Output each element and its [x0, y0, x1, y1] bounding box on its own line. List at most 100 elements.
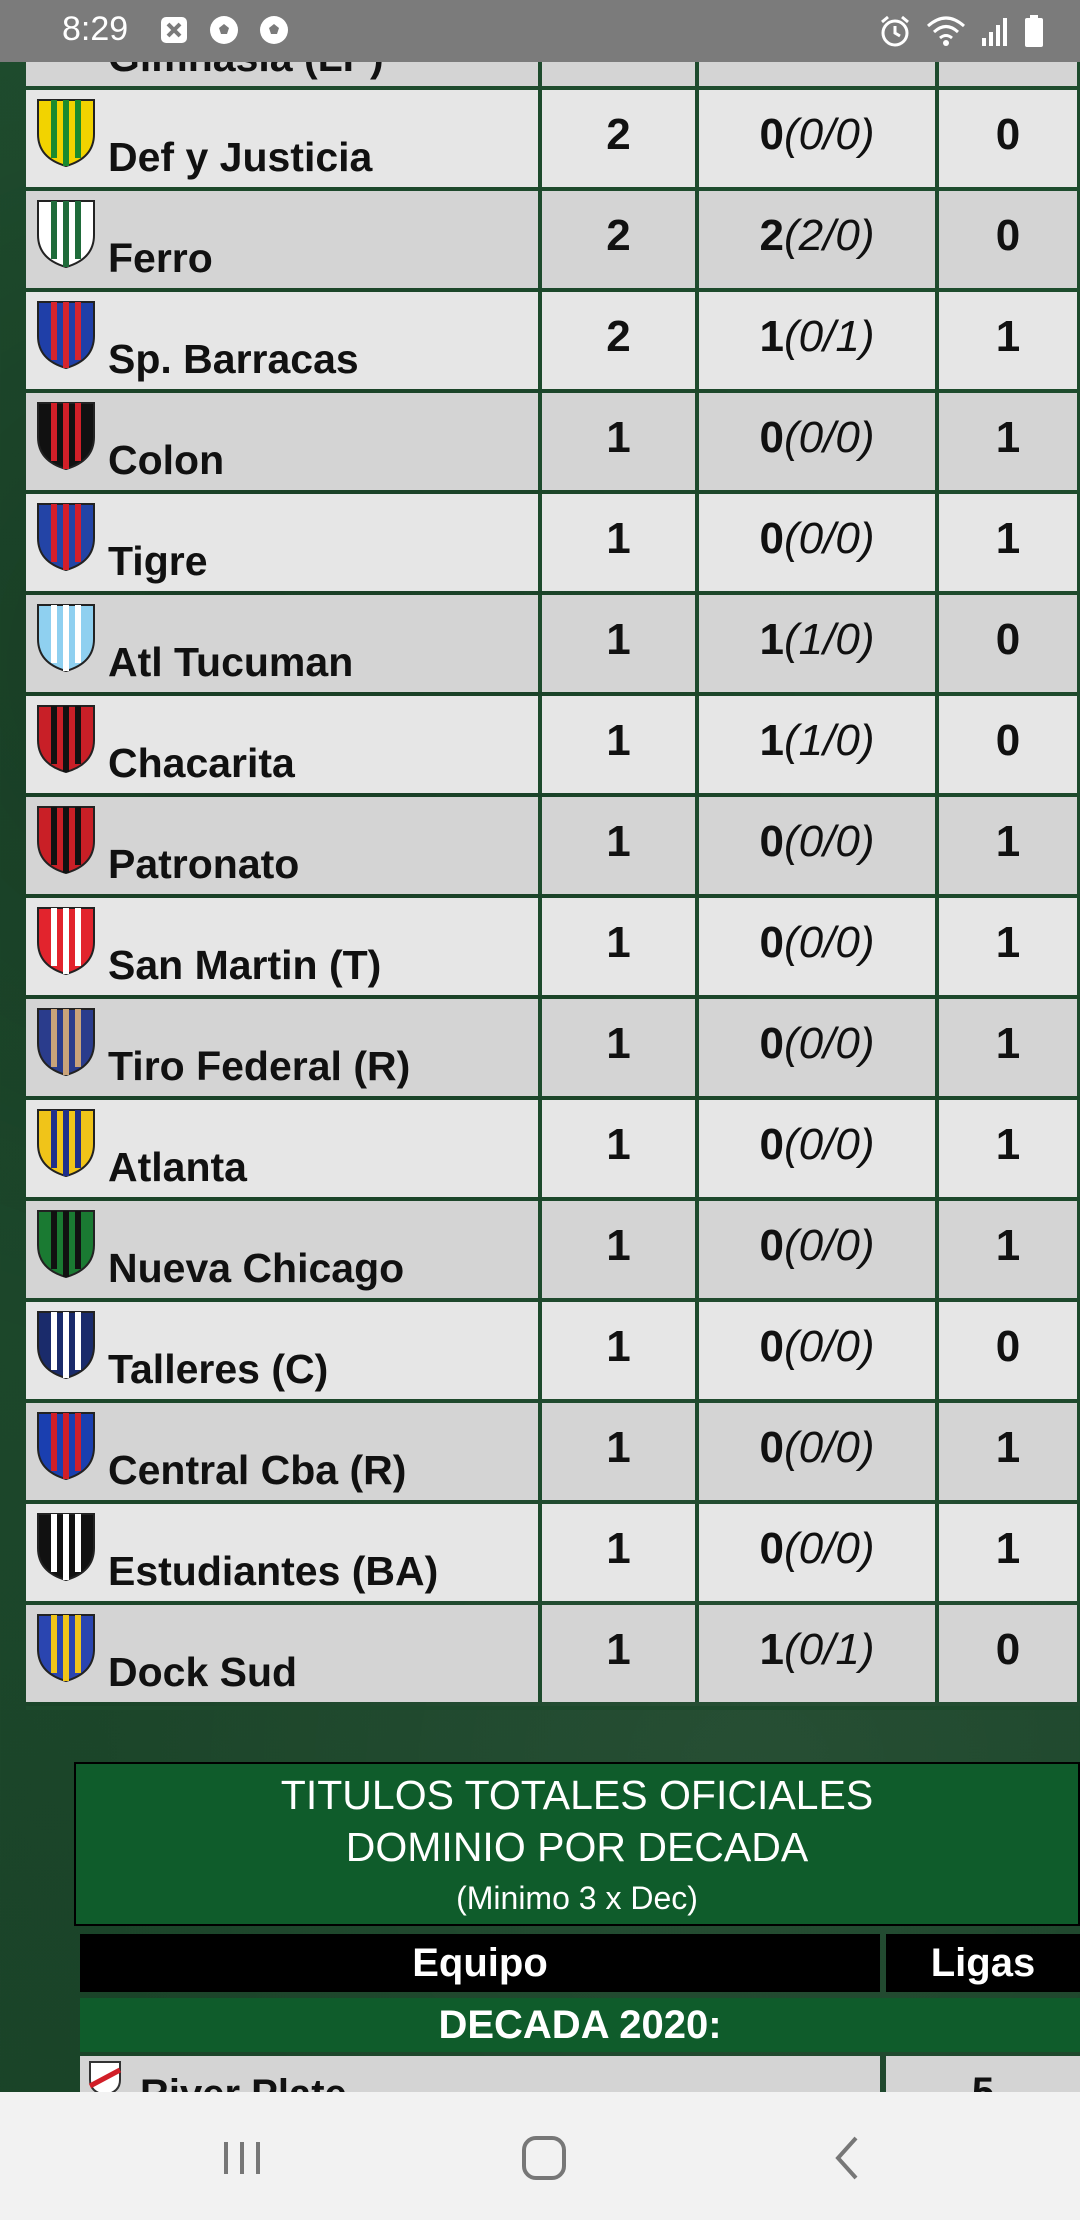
section-title-box: TITULOS TOTALES OFICIALES DOMINIO POR DE… — [74, 1762, 1080, 1926]
value-2-total: 1 — [759, 615, 784, 664]
value-2-detail: (2/0) — [784, 211, 875, 260]
table-row: Def y Justicia 2 0(0/0) 0 — [26, 90, 1080, 195]
value-2-total: 0 — [759, 918, 784, 967]
team-crest-icon — [88, 2061, 122, 2096]
team-cell: Dock Sud — [26, 1605, 542, 1702]
value-cell: 1 — [542, 1302, 699, 1399]
value-cell: 1 — [542, 696, 699, 793]
value-3: 1 — [995, 918, 1021, 967]
value-3: 1 — [995, 1423, 1021, 1472]
table-row: Atlanta 1 0(0/0) 1 — [26, 1100, 1080, 1205]
value-1: 1 — [606, 918, 631, 967]
status-bar: 8:29 — [0, 0, 1080, 62]
team-cell: Tigre — [26, 494, 542, 591]
value-1: 1 — [606, 1019, 631, 1068]
team-name: Estudiantes (BA) — [108, 1548, 439, 1594]
value-cell: 1(1/0) — [699, 696, 939, 793]
team-name: Nueva Chicago — [108, 1245, 405, 1291]
recent-apps-icon[interactable] — [212, 2128, 272, 2188]
value-2-detail: (0/0) — [784, 413, 875, 462]
team-crest-icon — [37, 402, 95, 471]
soccer-ball-icon — [260, 16, 288, 44]
value-cell: 2 — [542, 191, 699, 288]
team-cell: Estudiantes (BA) — [26, 1504, 542, 1601]
value-2-detail: (0/0) — [784, 1322, 875, 1371]
value-cell: 1 — [542, 898, 699, 995]
navigation-bar — [0, 2092, 1080, 2220]
team-name: Patronato — [108, 841, 300, 887]
signal-icon — [982, 18, 1007, 46]
status-time: 8:29 — [62, 10, 129, 48]
value-2-total: 1 — [759, 716, 784, 765]
table-row: Patronato 1 0(0/0) 1 — [26, 797, 1080, 902]
column-header-equipo: Equipo — [80, 1934, 880, 1992]
value-3: 1 — [995, 1120, 1021, 1169]
value-cell: 0(0/0) — [699, 1302, 939, 1399]
value-2-total: 0 — [759, 817, 784, 866]
wifi-icon — [927, 16, 965, 46]
value-3: 0 — [995, 716, 1021, 765]
team-name: Talleres (C) — [108, 1346, 329, 1392]
team-name: Tigre — [108, 538, 208, 584]
team-crest-icon — [37, 604, 95, 673]
value-cell: 1(0/1) — [699, 292, 939, 389]
table-row: Atl Tucuman 1 1(1/0) 0 — [26, 595, 1080, 700]
value-2: 0(0/0) — [699, 1221, 935, 1271]
value-cell: 0 — [939, 696, 1080, 793]
value-cell: 0 — [939, 1605, 1080, 1702]
value-2-detail: (0/0) — [784, 1019, 875, 1068]
value-cell: 0(0/0) — [699, 898, 939, 995]
value-2: 0(0/0) — [699, 514, 935, 564]
value-cell: 0(0/0) — [699, 494, 939, 591]
value-cell: 2 — [542, 292, 699, 389]
value-cell: 1 — [939, 1100, 1080, 1197]
team-cell: Atl Tucuman — [26, 595, 542, 692]
team-name: San Martin (T) — [108, 942, 382, 988]
table-row-partial-ligas: 5 — [886, 2056, 1080, 2096]
team-cell: Chacarita — [26, 696, 542, 793]
team-crest-icon — [37, 907, 95, 976]
value-1: 2 — [606, 211, 631, 260]
team-cell: San Martin (T) — [26, 898, 542, 995]
value-cell: 1 — [542, 797, 699, 894]
value-2-total: 0 — [759, 514, 784, 563]
value-2: 0(0/0) — [699, 413, 935, 463]
value-cell: 0(0/0) — [699, 1201, 939, 1298]
team-crest-icon — [37, 200, 95, 269]
team-name: Def y Justicia — [108, 134, 373, 180]
value-1: 1 — [606, 413, 631, 462]
decade-header: DECADA 2020: — [80, 1998, 1080, 2052]
value-2-detail: (0/1) — [784, 1625, 875, 1674]
back-icon[interactable] — [818, 2128, 878, 2188]
team-name: Ferro — [108, 235, 213, 281]
table-row: Tigre 1 0(0/0) 1 — [26, 494, 1080, 599]
alarm-icon — [881, 15, 909, 47]
table-row: Ferro 2 2(2/0) 0 — [26, 191, 1080, 296]
value-cell: 0(0/0) — [699, 1403, 939, 1500]
value-2-detail: (0/0) — [784, 1120, 875, 1169]
value-3: 0 — [995, 110, 1021, 159]
team-name: Dock Sud — [108, 1649, 298, 1695]
value-cell: 1 — [542, 1201, 699, 1298]
value-2-detail: (0/1) — [784, 312, 875, 361]
team-crest-icon — [37, 301, 95, 370]
home-icon[interactable] — [514, 2128, 574, 2188]
value-1: 1 — [606, 1423, 631, 1472]
team-crest-icon — [37, 503, 95, 572]
team-crest-icon — [37, 1614, 95, 1683]
value-2: 0(0/0) — [699, 918, 935, 968]
value-cell: 1 — [939, 797, 1080, 894]
value-cell: 0 — [939, 191, 1080, 288]
value-cell: 0 — [939, 90, 1080, 187]
value-1: 2 — [606, 312, 631, 361]
value-cell: 0(0/0) — [699, 393, 939, 490]
soccer-ball-icon — [210, 16, 238, 44]
team-crest-icon — [37, 1412, 95, 1481]
value-1: 1 — [606, 615, 631, 664]
value-1: 1 — [606, 817, 631, 866]
value-3: 0 — [995, 615, 1021, 664]
team-cell: Ferro — [26, 191, 542, 288]
value-1: 1 — [606, 1120, 631, 1169]
battery-icon — [1025, 15, 1043, 47]
value-2: 0(0/0) — [699, 1120, 935, 1170]
